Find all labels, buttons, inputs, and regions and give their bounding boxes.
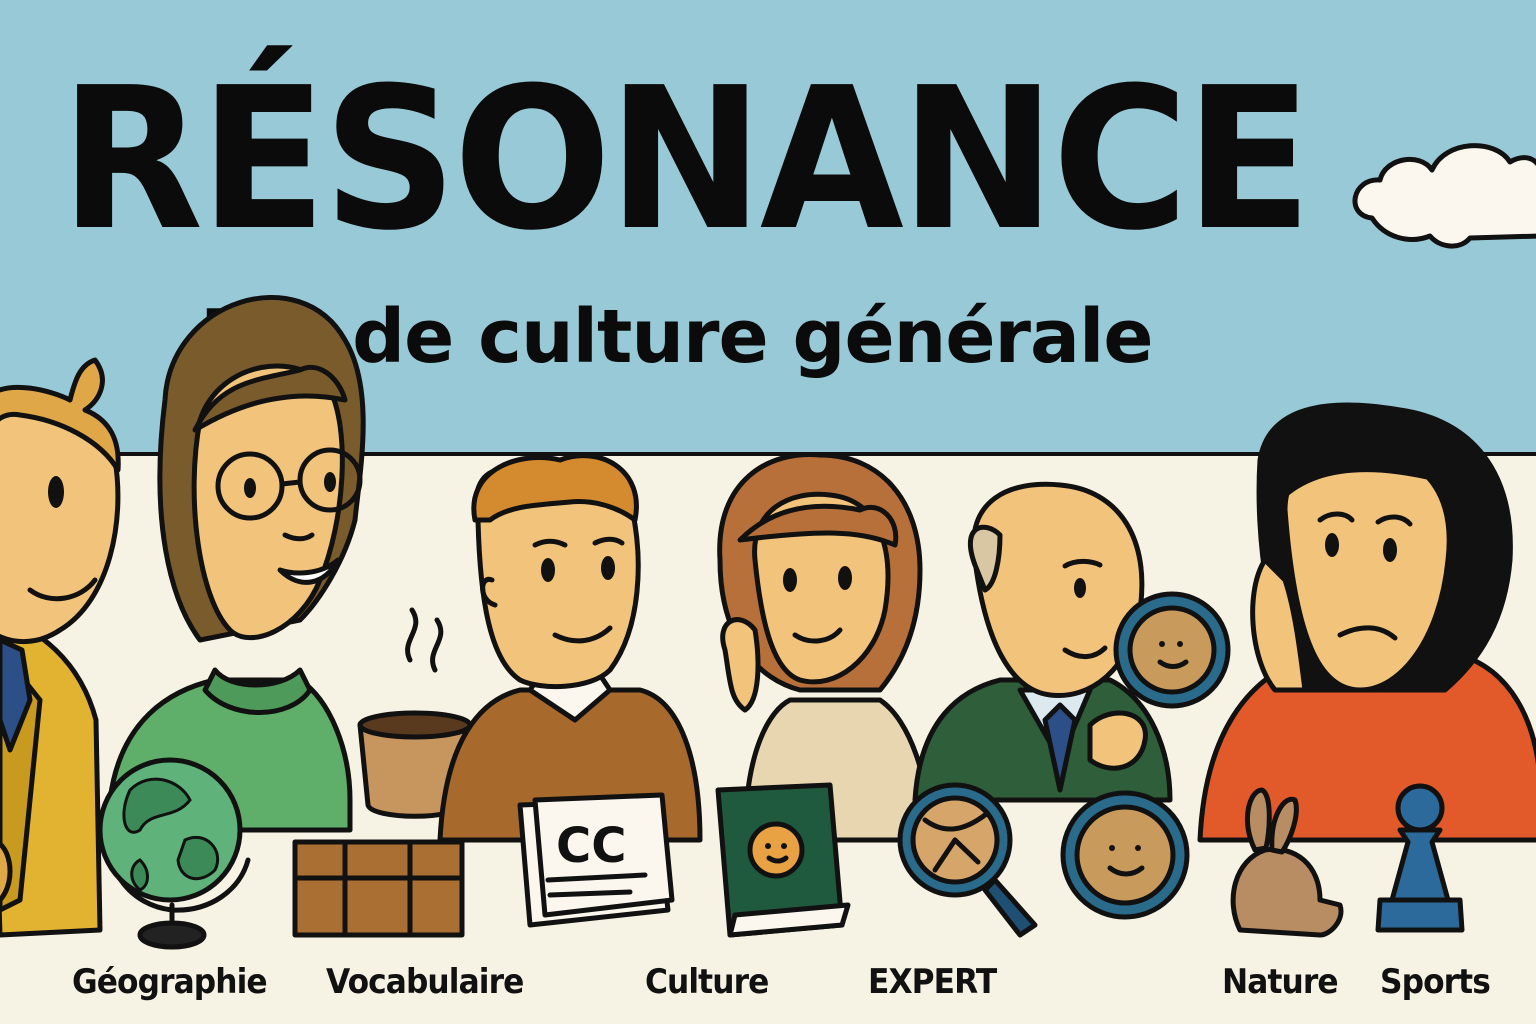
magnifying-glass-icon xyxy=(897,782,1038,938)
suitcase-icon xyxy=(292,839,465,938)
category-vocabulaire: Vocabulaire xyxy=(326,962,524,1002)
cloud-icon xyxy=(1352,143,1536,249)
category-expert: EXPERT xyxy=(868,962,997,1002)
category-culture: Culture xyxy=(645,962,769,1002)
globe-icon xyxy=(97,757,251,950)
person-expert-old-man xyxy=(912,481,1231,803)
category-nature: Nature xyxy=(1222,962,1339,1002)
person-brown-sweater xyxy=(437,453,703,843)
person-glasses-woman xyxy=(107,294,366,833)
category-geographie: Géographie xyxy=(72,962,268,1002)
illustration-scene: .ol { stroke:#111; stroke-width:5; strok… xyxy=(0,143,1536,950)
person-auburn-woman xyxy=(717,451,933,843)
green-book-icon xyxy=(715,782,851,938)
book-cc-text: CC xyxy=(556,818,626,874)
category-sports: Sports xyxy=(1380,962,1491,1002)
person-thinking-woman xyxy=(1197,402,1536,843)
coin-face-icon xyxy=(1060,790,1190,920)
